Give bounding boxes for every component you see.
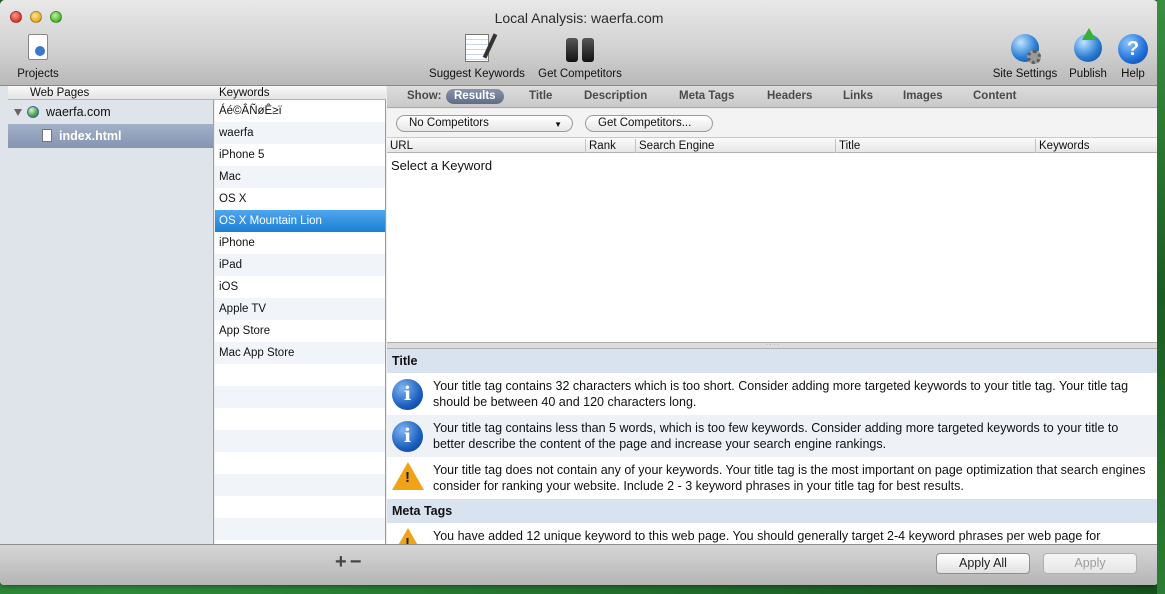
suggest-keywords-button[interactable]: Suggest Keywords	[427, 34, 527, 80]
message-text: Your title tag does not contain any of y…	[433, 463, 1146, 493]
projects-icon	[28, 34, 48, 60]
bottom-bar: +− Apply All Apply	[0, 544, 1158, 585]
suggest-keywords-label: Suggest Keywords	[429, 68, 525, 80]
toolbar: Local Analysis: waerfa.com Projects Sugg…	[0, 0, 1158, 86]
show-label: Show:	[407, 90, 442, 102]
keyword-item[interactable]: iOS	[215, 276, 385, 298]
info-icon: i	[392, 379, 423, 410]
tab-images[interactable]: Images	[895, 89, 951, 104]
chevron-down-icon: ▼	[554, 120, 562, 129]
web-pages-sidebar: waerfa.com index.html	[8, 100, 214, 544]
remove-keyword-button[interactable]: −	[350, 551, 365, 573]
apply-all-button[interactable]: Apply All	[936, 553, 1030, 574]
publish-button[interactable]: Publish	[1066, 28, 1110, 80]
show-bar: Show: Results Title Description Meta Tag…	[387, 86, 1158, 108]
column-rank[interactable]: Rank	[585, 139, 635, 153]
add-keyword-button[interactable]: +	[335, 551, 350, 573]
binoculars-icon	[565, 34, 595, 62]
analysis-panel: Title i Your title tag contains 32 chara…	[387, 349, 1158, 544]
publish-label: Publish	[1069, 68, 1107, 80]
desktop-background	[1157, 0, 1165, 594]
globe-gear-icon	[1011, 34, 1041, 64]
competitors-bar: No Competitors ▼ Get Competitors...	[387, 109, 1158, 137]
tab-description[interactable]: Description	[576, 89, 655, 104]
tab-content[interactable]: Content	[965, 89, 1024, 104]
keyword-item-selected[interactable]: OS X Mountain Lion	[215, 210, 385, 232]
keyword-item[interactable]: iPad	[215, 254, 385, 276]
keyword-item[interactable]: Apple TV	[215, 298, 385, 320]
help-button[interactable]: ? Help	[1116, 34, 1150, 80]
notepad-pencil-icon	[465, 34, 489, 62]
web-pages-header: Web Pages	[8, 86, 215, 100]
keyword-item[interactable]: Mac App Store	[215, 342, 385, 364]
keyword-item[interactable]: OS X	[215, 188, 385, 210]
tab-meta-tags[interactable]: Meta Tags	[671, 89, 742, 104]
keyword-item[interactable]: App Store	[215, 320, 385, 342]
message-text: Your title tag contains less than 5 word…	[433, 421, 1119, 451]
get-competitors-toolbar-button[interactable]: Get Competitors	[535, 34, 625, 80]
site-settings-button[interactable]: Site Settings	[990, 34, 1060, 80]
split-view-divider[interactable]: · · · ·	[387, 342, 1158, 349]
analysis-message: ! You have added 12 unique keyword to th…	[387, 523, 1158, 544]
keywords-list: Áé©ÂÑøÊ≥ï waerfa iPhone 5 Mac OS X OS X …	[215, 100, 386, 544]
keyword-item[interactable]: Mac	[215, 166, 385, 188]
get-competitors-button-label: Get Competitors...	[598, 117, 692, 129]
tab-links[interactable]: Links	[835, 89, 881, 104]
projects-button[interactable]: Projects	[14, 34, 62, 80]
keyword-item[interactable]: waerfa	[215, 122, 385, 144]
column-url[interactable]: URL	[387, 139, 585, 153]
keyword-item[interactable]: iPhone 5	[215, 144, 385, 166]
tab-results[interactable]: Results	[446, 89, 504, 104]
empty-state-text: Select a Keyword	[391, 158, 493, 173]
message-text: You have added 12 unique keyword to this…	[433, 529, 1101, 543]
section-title-meta-tags: Meta Tags	[387, 499, 1158, 523]
tree-item-page[interactable]: index.html	[8, 124, 213, 148]
message-text: Your title tag contains 32 characters wh…	[433, 379, 1129, 409]
keywords-header: Keywords	[215, 86, 386, 100]
add-remove-controls: +−	[335, 551, 364, 574]
results-table-body: Select a Keyword	[387, 153, 1158, 408]
disclosure-triangle-icon[interactable]	[14, 109, 22, 116]
info-icon: i	[392, 421, 423, 452]
publish-globe-icon	[1074, 28, 1102, 62]
help-icon: ?	[1118, 34, 1148, 64]
keyword-item[interactable]: iPhone	[215, 232, 385, 254]
help-label: Help	[1121, 68, 1145, 80]
projects-label: Projects	[17, 68, 59, 80]
tab-headers[interactable]: Headers	[759, 89, 820, 104]
analysis-message: ! Your title tag does not contain any of…	[387, 457, 1158, 499]
keyword-item[interactable]: Áé©ÂÑøÊ≥ï	[215, 100, 385, 122]
column-search-engine[interactable]: Search Engine	[635, 139, 835, 153]
tab-title[interactable]: Title	[521, 89, 560, 104]
page-label: index.html	[59, 129, 122, 143]
column-keywords[interactable]: Keywords	[1035, 139, 1158, 153]
site-label: waerfa.com	[46, 105, 111, 119]
site-settings-label: Site Settings	[992, 68, 1058, 80]
analysis-message: i Your title tag contains less than 5 wo…	[387, 415, 1158, 457]
analysis-message: i Your title tag contains 32 characters …	[387, 373, 1158, 415]
results-table-header: URL Rank Search Engine Title Keywords	[387, 137, 1158, 153]
section-title-title: Title	[387, 349, 1158, 373]
apply-button[interactable]: Apply	[1043, 553, 1137, 574]
competitors-popup[interactable]: No Competitors ▼	[396, 115, 573, 132]
results-pane: Show: Results Title Description Meta Tag…	[387, 86, 1158, 544]
column-title[interactable]: Title	[835, 139, 1035, 153]
file-icon	[42, 129, 52, 142]
competitors-popup-value: No Competitors	[409, 117, 489, 129]
app-window: Local Analysis: waerfa.com Projects Sugg…	[0, 0, 1158, 585]
window-title: Local Analysis: waerfa.com	[494, 10, 664, 26]
get-competitors-button[interactable]: Get Competitors...	[585, 115, 713, 132]
site-globe-icon	[27, 106, 39, 118]
tree-item-site[interactable]: waerfa.com	[8, 100, 213, 124]
get-competitors-label: Get Competitors	[538, 68, 622, 80]
